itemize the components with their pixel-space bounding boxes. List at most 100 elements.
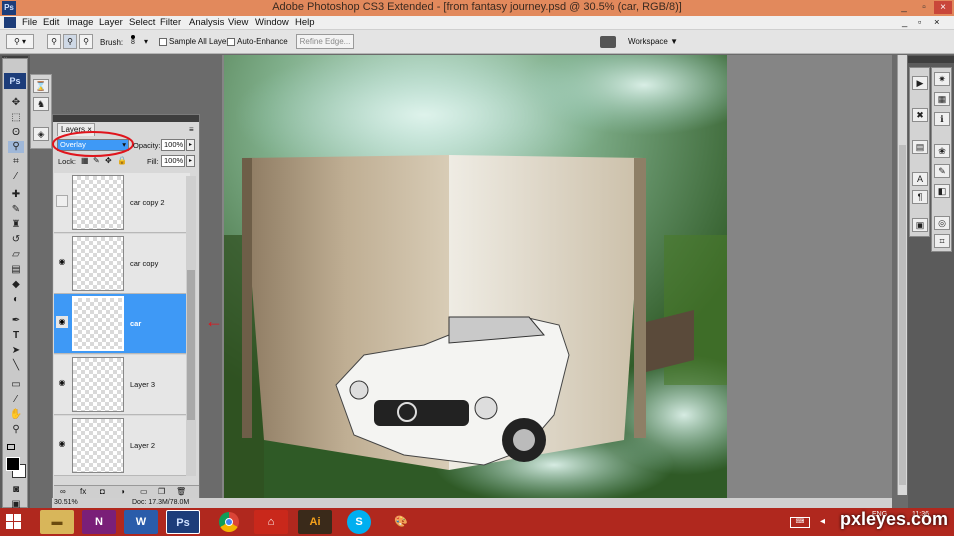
actions-panel-icon[interactable]: ♞ xyxy=(33,97,49,111)
skype-icon[interactable]: S xyxy=(347,510,371,534)
lock-position-icon[interactable]: ✥ xyxy=(105,156,112,165)
menu-select[interactable]: Select xyxy=(129,17,155,28)
layer-row-car[interactable]: ◉ car xyxy=(54,294,190,354)
trash-icon[interactable]: 🗑 xyxy=(176,487,186,496)
paint-icon[interactable]: 🎨 xyxy=(384,510,418,534)
illustrator-icon[interactable]: Ai xyxy=(298,510,332,534)
lasso-tool-icon[interactable]: ʘ xyxy=(8,127,24,139)
group-icon[interactable]: ▭ xyxy=(140,487,148,496)
photoshop-taskbar-icon[interactable]: Ps xyxy=(166,510,200,534)
quick-selection-tool-icon[interactable]: ⚲ xyxy=(8,141,24,153)
layer-comps-panel-icon[interactable]: ▤ xyxy=(912,140,928,154)
navigator-panel-icon[interactable]: ▶ xyxy=(912,76,928,90)
fx-icon[interactable]: fx xyxy=(80,487,86,496)
color-panel-icon[interactable]: ✷ xyxy=(934,72,950,86)
crop-tool-icon[interactable]: ⌗ xyxy=(8,156,24,168)
minimize-button[interactable]: _ xyxy=(895,1,913,14)
dodge-tool-icon[interactable]: ◐ xyxy=(8,294,24,306)
menu-filter[interactable]: Filter xyxy=(160,17,181,28)
history-panel-icon[interactable]: ⌛ xyxy=(33,79,49,93)
menu-file[interactable]: File xyxy=(22,17,37,28)
workspace-button[interactable]: Workspace ▼ xyxy=(628,37,678,46)
channels-panel-icon[interactable]: ◎ xyxy=(934,216,950,230)
mask-icon[interactable]: ◘ xyxy=(100,487,105,496)
document-icon[interactable] xyxy=(4,17,16,28)
styles-panel-icon[interactable]: ✎ xyxy=(934,164,950,178)
eraser-tool-icon[interactable]: ▱ xyxy=(8,249,24,261)
layers-panel-icon[interactable]: ◈ xyxy=(33,127,49,141)
notes-tool-icon[interactable]: ▭ xyxy=(8,379,24,391)
menu-analysis[interactable]: Analysis xyxy=(189,17,224,28)
doc-close-button[interactable]: × xyxy=(934,17,940,28)
opacity-slider-arrow-icon[interactable]: ▸ xyxy=(186,139,195,151)
layer-row-layer-3[interactable]: ◉ Layer 3 xyxy=(54,355,190,415)
menu-edit[interactable]: Edit xyxy=(43,17,59,28)
pen-tool-icon[interactable]: ✒ xyxy=(8,315,24,327)
default-colors-icon[interactable] xyxy=(7,444,15,450)
tool-preset-picker[interactable]: ⚲ ▾ xyxy=(6,34,34,49)
menu-layer[interactable]: Layer xyxy=(99,17,123,28)
canvas-scroll-thumb[interactable] xyxy=(899,145,906,485)
new-selection-icon[interactable]: ⚲ xyxy=(47,34,61,49)
brush-tool-icon[interactable]: ✎ xyxy=(8,204,24,216)
marquee-tool-icon[interactable]: ⬚ xyxy=(8,112,24,124)
lock-all-icon[interactable]: 🔒 xyxy=(117,156,127,165)
onenote-icon[interactable]: N xyxy=(82,510,116,534)
eye-icon[interactable]: ◉ xyxy=(56,438,68,450)
sample-all-layers-checkbox[interactable]: Sample All Layers xyxy=(159,37,233,46)
doc-minimize-button[interactable]: _ xyxy=(902,17,907,28)
document-canvas[interactable] xyxy=(224,55,727,498)
eye-icon[interactable]: ◉ xyxy=(56,316,68,328)
brush-dropdown-icon[interactable]: ▾ xyxy=(144,37,148,46)
layer-row-car-copy-2[interactable]: car copy 2 xyxy=(54,173,190,233)
panel-menu-icon[interactable]: ≡ xyxy=(189,125,194,134)
eye-icon[interactable]: ◉ xyxy=(56,256,68,268)
move-tool-icon[interactable]: ✥ xyxy=(8,97,24,109)
chrome-icon[interactable] xyxy=(212,510,246,534)
menu-image[interactable]: Image xyxy=(67,17,93,28)
fill-input[interactable]: 100% xyxy=(161,155,185,167)
tool-presets-panel-icon[interactable]: ✖ xyxy=(912,108,928,122)
fill-slider-arrow-icon[interactable]: ▸ xyxy=(186,155,195,167)
adjustment-icon[interactable]: ◑ xyxy=(120,487,125,496)
histogram-panel-icon[interactable]: ◧ xyxy=(934,184,950,198)
eyedropper-3d-icon[interactable]: ⁄ xyxy=(8,394,24,406)
foreground-color-swatch[interactable] xyxy=(6,457,20,471)
auto-enhance-checkbox[interactable]: Auto-Enhance xyxy=(227,37,288,46)
add-selection-icon[interactable]: ⚲ xyxy=(63,34,77,49)
blur-tool-icon[interactable]: ◆ xyxy=(8,279,24,291)
paths-panel-icon[interactable]: ⌗ xyxy=(934,234,950,248)
healing-brush-icon[interactable]: ✚ xyxy=(8,189,24,201)
clone-stamp-icon[interactable]: ♜ xyxy=(8,219,24,231)
layers-panel-header[interactable] xyxy=(53,115,199,122)
brush-picker[interactable]: 8 xyxy=(128,33,138,51)
opacity-input[interactable]: 100% xyxy=(161,139,185,151)
line-tool-icon[interactable]: ╲ xyxy=(8,360,24,372)
canvas-vertical-scrollbar[interactable] xyxy=(897,55,907,495)
keyboard-icon[interactable]: ⌨ xyxy=(790,517,810,528)
zoom-level[interactable]: 30.51% xyxy=(54,498,78,508)
menu-help[interactable]: Help xyxy=(295,17,315,28)
eyedropper-tool-icon[interactable]: ⁄ xyxy=(8,171,24,183)
new-layer-icon[interactable]: ❐ xyxy=(158,487,165,496)
right-dock-header[interactable] xyxy=(908,56,954,63)
clone-source-panel-icon[interactable]: ▣ xyxy=(912,218,928,232)
lock-image-icon[interactable]: ✎ xyxy=(93,156,100,165)
brushes-panel-icon[interactable]: ❀ xyxy=(934,144,950,158)
bridge-icon[interactable] xyxy=(600,36,616,48)
windows-start-icon[interactable] xyxy=(6,514,22,530)
history-brush-icon[interactable]: ↺ xyxy=(8,234,24,246)
office-icon[interactable]: ⌂ xyxy=(254,510,288,534)
hand-tool-icon[interactable]: ✋ xyxy=(8,409,24,421)
paragraph-panel-icon[interactable]: ¶ xyxy=(912,190,928,204)
quick-mask-icon[interactable]: ◙ xyxy=(8,484,24,496)
maximize-button[interactable]: ▫ xyxy=(915,1,933,14)
lock-transparent-icon[interactable]: ▦ xyxy=(81,156,89,165)
character-panel-icon[interactable]: A xyxy=(912,172,928,186)
zoom-tool-icon[interactable]: ⚲ xyxy=(8,424,24,436)
volume-icon[interactable]: ◂ xyxy=(820,516,825,527)
word-icon[interactable]: W xyxy=(124,510,158,534)
path-selection-icon[interactable]: ➤ xyxy=(8,345,24,357)
swatches-panel-icon[interactable]: ▦ xyxy=(934,92,950,106)
type-tool-icon[interactable]: T xyxy=(8,330,24,342)
